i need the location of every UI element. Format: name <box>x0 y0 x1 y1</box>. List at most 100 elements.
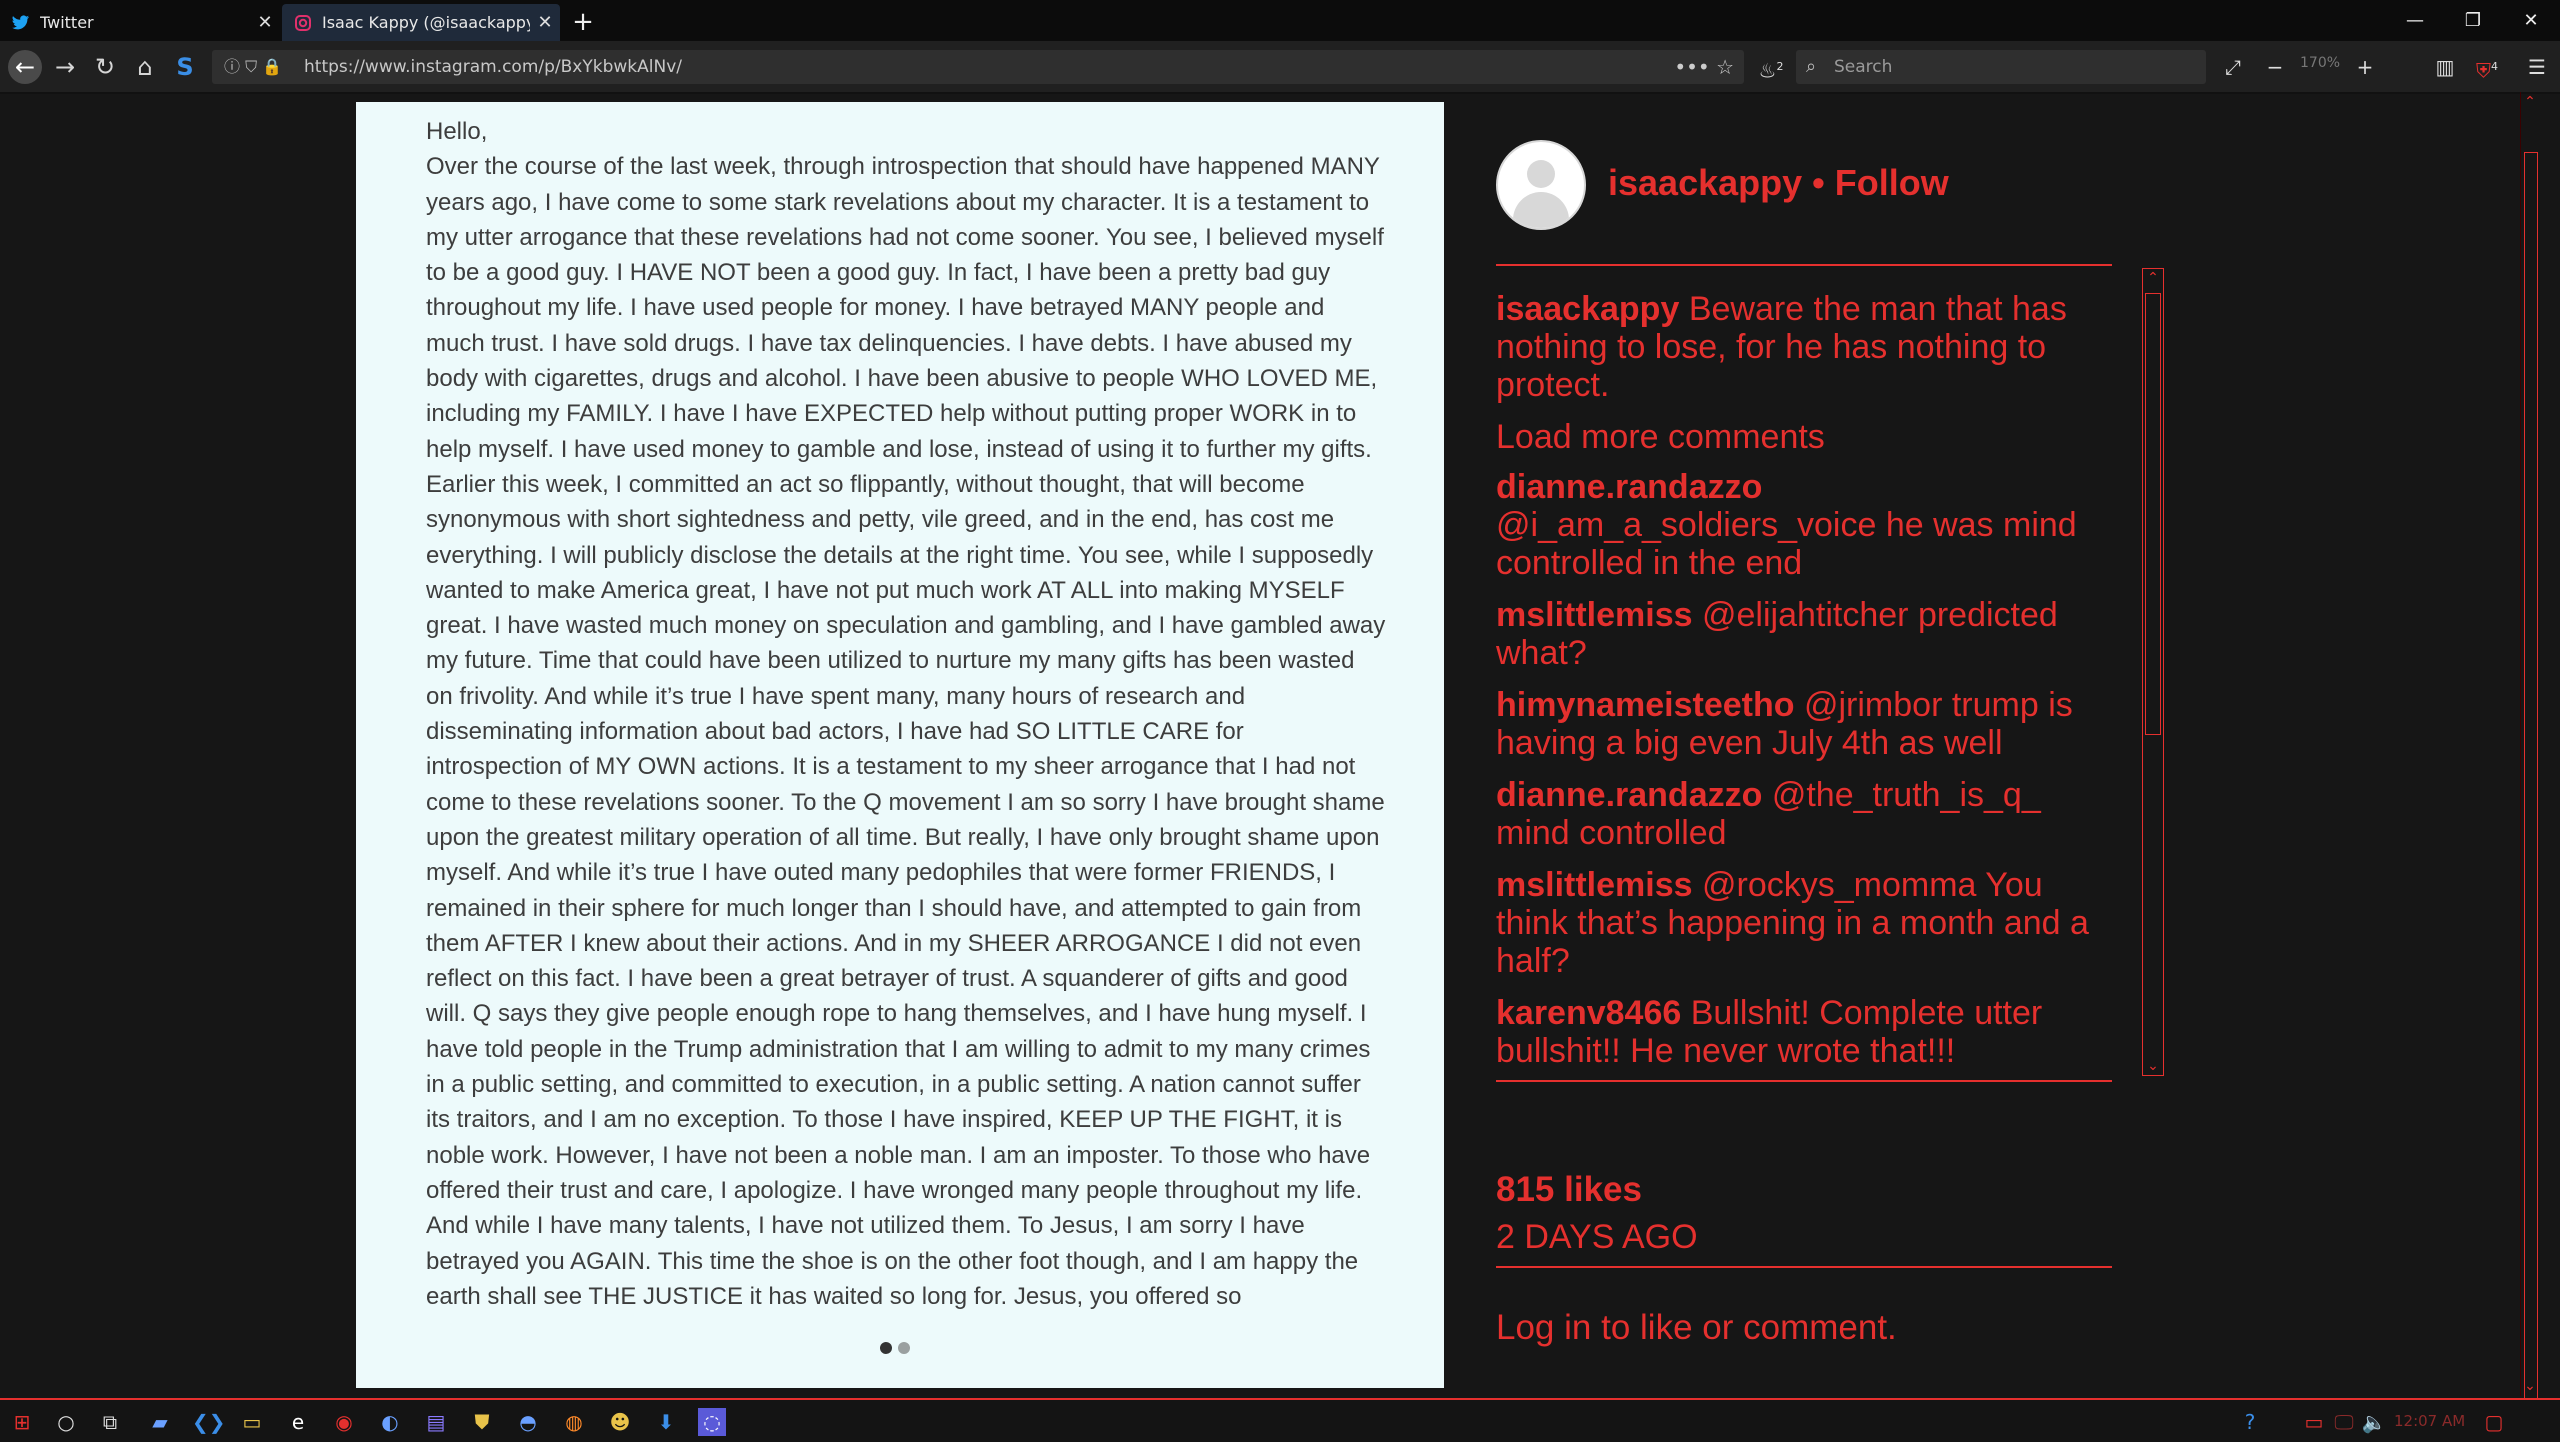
scroll-up-arrow-icon[interactable]: ⌃ <box>2143 269 2163 287</box>
comment-item: mslittlemiss @rockys_momma You think tha… <box>1496 866 2096 980</box>
login-prompt: Log in to like or comment. <box>1496 1308 1897 1348</box>
zoom-out-icon[interactable]: − <box>2260 52 2290 82</box>
sidebar-icon[interactable]: ▥ <box>2430 52 2460 82</box>
navigation-bar: ← → ↻ ⌂ S ⓘ ⛉ 🔒 https://www.instagram.co… <box>0 41 2560 94</box>
login-rest-text: to like or comment. <box>1601 1308 1897 1347</box>
volume-icon[interactable]: 🔈 <box>2360 1408 2388 1436</box>
avatar[interactable] <box>1496 140 1586 230</box>
comment-username[interactable]: mslittlemiss <box>1496 866 1693 904</box>
post-image[interactable]: Hello, Over the course of the last week,… <box>356 102 1444 1388</box>
battery-icon[interactable]: ▭ <box>2300 1408 2328 1436</box>
search-placeholder: Search <box>1834 57 1893 77</box>
caption: isaackappy Beware the man that has nothi… <box>1496 290 2096 404</box>
restore-icon[interactable]: ❐ <box>2444 0 2502 41</box>
carousel-dot-active[interactable] <box>880 1342 892 1354</box>
divider <box>1496 1080 2112 1082</box>
comment-username[interactable]: mslittlemiss <box>1496 596 1693 634</box>
comment-mention[interactable]: @elijahtitcher <box>1702 596 1909 634</box>
windows-start-icon[interactable]: ⊞ <box>8 1408 36 1436</box>
carousel-dots <box>880 1342 910 1354</box>
load-more-comments-button[interactable]: Load more comments <box>1496 418 2096 456</box>
home-icon[interactable]: ⌂ <box>128 50 162 84</box>
page-actions-icon[interactable]: ••• <box>1674 55 1709 79</box>
help-icon[interactable]: ? <box>2236 1408 2264 1436</box>
comment-text: mind controlled <box>1496 814 1727 852</box>
comment-mention[interactable]: @the_truth_is_q_ <box>1772 776 2041 814</box>
ublock-icon[interactable]: ⛨4 <box>2472 52 2502 83</box>
comment-item: dianne.randazzo @the_truth_is_q_ mind co… <box>1496 776 2096 852</box>
url-bar[interactable]: ⓘ ⛉ 🔒 https://www.instagram.com/p/BxYkbw… <box>212 50 1744 84</box>
cortana-icon[interactable]: ○ <box>52 1408 80 1436</box>
comment-item: himynameisteetho @jrimbor trump is havin… <box>1496 686 2096 762</box>
app-icon[interactable]: ☻ <box>606 1408 634 1436</box>
task-view-icon[interactable]: ⧉ <box>96 1408 124 1436</box>
app-icon[interactable]: ⬇ <box>652 1408 680 1436</box>
carousel-dot[interactable] <box>898 1342 910 1354</box>
reload-icon[interactable]: ↻ <box>88 50 122 84</box>
app-icon[interactable]: ▰ <box>146 1408 174 1436</box>
comment-username[interactable]: karenv8466 <box>1496 994 1681 1032</box>
bookmark-star-icon[interactable]: ☆ <box>1716 55 1734 79</box>
app-icon[interactable]: ◌ <box>698 1408 726 1436</box>
comment-mention[interactable]: @i_am_a_soldiers_voice <box>1496 506 1876 544</box>
action-center-icon[interactable]: ▢ <box>2480 1408 2508 1436</box>
site-info-icon[interactable]: ⓘ ⛉ 🔒 <box>224 50 282 84</box>
post-paragraph: Hello, <box>426 118 488 145</box>
comments-scrollbar[interactable]: ⌃ ⌄ <box>2142 268 2164 1076</box>
likes-count[interactable]: 815 likes <box>1496 1170 1642 1210</box>
scroll-up-arrow-icon[interactable]: ⌃ <box>2521 94 2539 110</box>
app-icon[interactable]: ◐ <box>376 1408 404 1436</box>
comment-mention[interactable]: @jrimbor <box>1804 686 1942 724</box>
instagram-icon <box>294 14 312 32</box>
forward-arrow-icon[interactable]: → <box>48 50 82 84</box>
notification-badge: 2 <box>1776 60 1784 73</box>
tab-title: Twitter <box>40 13 94 32</box>
notifications-extension-icon[interactable]: ♨2 <box>1756 52 1786 83</box>
scroll-down-arrow-icon[interactable]: ⌄ <box>2521 1378 2539 1394</box>
comment-username[interactable]: isaackappy <box>1496 290 1679 328</box>
post-paragraph: Over the course of the last week, throug… <box>426 153 1386 1310</box>
avatar-body-shape <box>1513 192 1569 228</box>
comment-mention[interactable]: @rockys_momma <box>1702 866 1976 904</box>
divider <box>1496 264 2112 266</box>
page-scrollbar[interactable]: ⌃ ⌄ <box>2520 92 2539 1414</box>
app-icon[interactable]: ▤ <box>422 1408 450 1436</box>
clock[interactable]: 12:07 AM <box>2394 1412 2465 1430</box>
page-scroll-thumb[interactable] <box>2524 152 2538 1414</box>
minimize-icon[interactable]: — <box>2386 0 2444 41</box>
app-icon[interactable]: ◉ <box>330 1408 358 1436</box>
app-icon[interactable]: ◓ <box>514 1408 542 1436</box>
tab-bar: Twitter ✕ Isaac Kappy (@isaackappy) • In… <box>0 0 2560 41</box>
back-arrow-icon[interactable]: ← <box>8 50 42 84</box>
comments-scroll-thumb[interactable] <box>2145 293 2161 735</box>
fullscreen-icon[interactable]: ⤢ <box>2218 52 2248 82</box>
app-icon[interactable]: ⛊ <box>468 1408 496 1436</box>
scroll-down-arrow-icon[interactable]: ⌄ <box>2143 1057 2163 1075</box>
username-follow-link[interactable]: isaackappy • Follow <box>1608 162 1949 204</box>
vscode-icon[interactable]: ❮❯ <box>192 1408 226 1436</box>
zoom-level[interactable]: 170% <box>2300 55 2340 71</box>
tab-instagram[interactable]: Isaac Kappy (@isaackappy) • In ✕ <box>282 4 560 41</box>
firefox-icon[interactable]: ◍ <box>560 1408 588 1436</box>
close-window-icon[interactable]: ✕ <box>2502 0 2560 41</box>
close-tab-icon[interactable]: ✕ <box>250 12 280 33</box>
edge-icon[interactable]: e <box>284 1408 312 1436</box>
url-text[interactable]: https://www.instagram.com/p/BxYkbwkAlNv/ <box>304 50 682 84</box>
search-icon: ⌕ <box>1806 56 1817 77</box>
avatar-head-shape <box>1527 160 1555 188</box>
comment-username[interactable]: dianne.randazzo <box>1496 468 1762 506</box>
extension-s-icon[interactable]: S <box>168 50 202 84</box>
taskbar: ⊞ ○ ⧉ ▰ ❮❯ ▭ e ◉ ◐ ▤ ⛊ ◓ ◍ ☻ ⬇ ◌ ? ▭ 🖵 🔈… <box>0 1398 2560 1442</box>
tab-twitter[interactable]: Twitter ✕ <box>0 4 280 41</box>
menu-icon[interactable]: ☰ <box>2522 52 2552 82</box>
file-explorer-icon[interactable]: ▭ <box>238 1408 266 1436</box>
new-tab-button[interactable]: + <box>568 4 598 40</box>
comment-username[interactable]: dianne.randazzo <box>1496 776 1762 814</box>
zoom-in-icon[interactable]: + <box>2350 52 2380 82</box>
login-link[interactable]: Log in <box>1496 1308 1591 1347</box>
comment-username[interactable]: himynameisteetho <box>1496 686 1795 724</box>
search-bar[interactable]: ⌕ Search <box>1796 50 2206 84</box>
close-tab-icon[interactable]: ✕ <box>530 12 560 33</box>
divider <box>1496 1266 2112 1268</box>
network-icon[interactable]: 🖵 <box>2330 1408 2358 1436</box>
